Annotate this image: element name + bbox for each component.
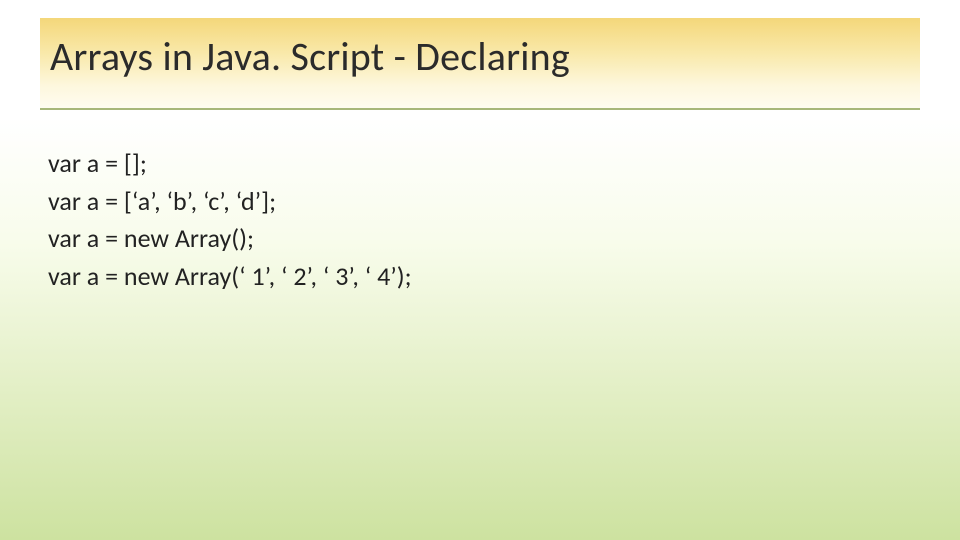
slide: Arrays in Java. Script - Declaring var a… [0,0,960,540]
code-line: var a = new Array(); [48,220,912,258]
code-line: var a = new Array(‘ 1’, ‘ 2’, ‘ 3’, ‘ 4’… [48,258,912,296]
title-bar: Arrays in Java. Script - Declaring [40,18,920,110]
slide-title: Arrays in Java. Script - Declaring [50,32,910,81]
code-line: var a = []; [48,145,912,183]
code-line: var a = [‘a’, ‘b’, ‘c’, ‘d’]; [48,183,912,221]
slide-body: var a = []; var a = [‘a’, ‘b’, ‘c’, ‘d’]… [48,145,912,296]
